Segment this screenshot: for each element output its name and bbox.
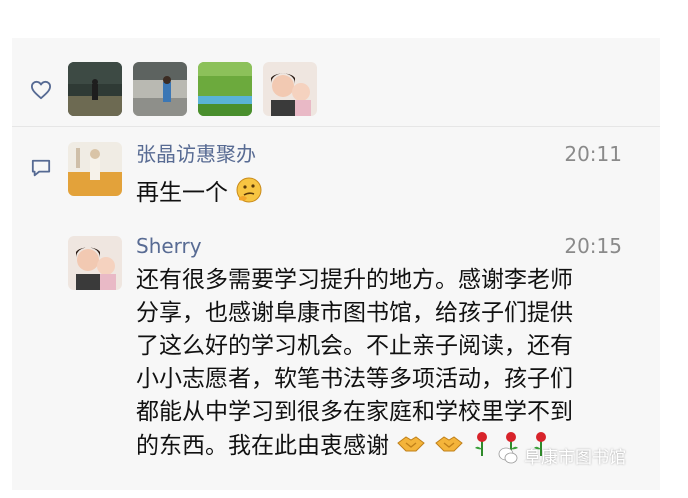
comments-panel: 张晶访惠聚办 20:11 再生一个 Sherry 20:15 还有很多需要学习提… [12,38,660,490]
wechat-icon [498,447,518,463]
watermark: 阜康市图书馆 [498,443,626,468]
like-avatar-2[interactable] [133,62,187,116]
comment-time: 20:11 [564,142,622,166]
like-avatar-1[interactable] [68,62,122,116]
like-avatar-4[interactable] [263,62,317,116]
comment-time: 20:15 [564,234,622,258]
comment-line: 分享，也感谢阜康市图书馆，给孩子们提供 [136,300,573,326]
commenter-name[interactable]: 张晶访惠聚办 [136,142,256,166]
watermark-text: 阜康市图书馆 [524,448,626,468]
handshake-icon [397,436,426,452]
commenter-avatar[interactable] [68,236,122,290]
like-avatar-3[interactable] [198,62,252,116]
commenter-name[interactable]: Sherry [136,234,202,258]
comment-line: 还有很多需要学习提升的地方。感谢李老师 [136,267,573,293]
comment-line: 小小志愿者，软笔书法等多项活动，孩子们 [136,366,573,392]
rose-icon [474,432,487,456]
comment-line: 了这么好的学习机会。不止亲子阅读，还有 [136,333,573,359]
commenter-avatar[interactable] [68,142,122,196]
thinking-face-icon [236,177,262,203]
comment-text: 再生一个 [136,176,263,210]
handshake-icon [434,436,463,452]
comment-icon[interactable] [30,158,52,178]
heart-icon[interactable] [30,80,52,100]
comment-line-last: 的东西。我在此由衷感谢 [136,429,552,463]
comment-line: 都能从中学习到很多在家庭和学校里学不到 [136,399,573,425]
likes-row [12,38,660,127]
